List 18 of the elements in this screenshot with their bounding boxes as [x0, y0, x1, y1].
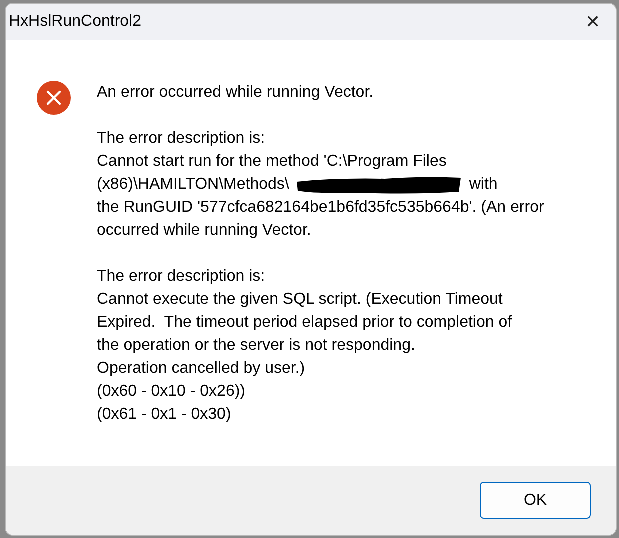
message-line: The error description is:: [97, 267, 266, 287]
ok-button[interactable]: OK: [480, 482, 591, 519]
message-line: the RunGUID '577cfca682164be1b6fd35fc535b664b'. (An error: [97, 198, 544, 218]
message-line: (x86)\HAMILTON\Methods\: [97, 175, 290, 195]
window-title: HxHslRunControl2: [9, 13, 142, 31]
error-icon: [37, 81, 71, 115]
message-line: Cannot start run for the method 'C:\Program Files: [97, 152, 448, 172]
message-line: (0x60 - 0x10 - 0x26)): [97, 382, 247, 402]
message-line: Expired. The timeout period elapsed prior to completion of: [97, 313, 514, 333]
message-line: (0x61 - 0x1 - 0x30): [97, 405, 232, 425]
message-line: occurred while running Vector.: [97, 221, 312, 241]
message-line: The error description is:: [97, 129, 266, 149]
message-line: Operation cancelled by user.): [97, 359, 306, 379]
message-line: the operation or the server is not responding.: [97, 336, 416, 356]
message-line: An error occurred while running Vector.: [97, 83, 375, 103]
message-line: with: [469, 175, 498, 195]
close-button[interactable]: ✕: [570, 4, 616, 40]
message-line: Cannot execute the given SQL script. (Execution Timeout: [97, 290, 504, 310]
